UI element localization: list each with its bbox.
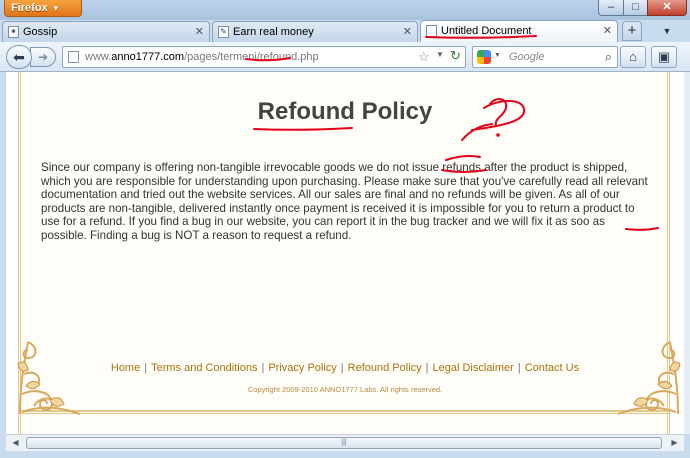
minimize-button[interactable]: –: [598, 0, 624, 16]
url-domain: anno1777.com: [111, 51, 185, 63]
site-identity-icon[interactable]: [68, 51, 79, 63]
arrow-left-icon: ⬅: [13, 49, 25, 65]
separator: |: [425, 362, 429, 374]
search-icon[interactable]: ⌕: [605, 49, 612, 65]
page-icon: ⁕: [8, 26, 19, 38]
page-title: Refound Policy: [6, 98, 684, 126]
footer-link-privacy[interactable]: Privacy Policy: [268, 362, 336, 374]
footer-link-legal[interactable]: Legal Disclaimer: [433, 362, 514, 374]
page-title-word-2: Policy: [361, 98, 433, 125]
arrow-right-icon: ➔: [37, 50, 49, 64]
tab-title: Untitled Document: [441, 25, 532, 37]
search-placeholder: Google: [509, 51, 545, 63]
page-viewport: Refound Policy Since our company is offe…: [6, 72, 684, 434]
vertical-scrollbar[interactable]: [684, 72, 690, 434]
separator: |: [144, 362, 148, 374]
separator: |: [261, 362, 265, 374]
addon-bar-button[interactable]: ▣: [651, 46, 677, 68]
tab-gossip[interactable]: ⁕ Gossip ✕: [2, 21, 210, 42]
copyright-text: Copyright 2009-2010 ANNO1777 Labs. All r…: [247, 385, 443, 394]
close-tab-icon[interactable]: ✕: [403, 25, 412, 38]
tab-untitled-document[interactable]: Untitled Document ✕: [420, 20, 618, 42]
history-dropdown-icon[interactable]: ▼: [436, 50, 444, 59]
footer-link-contact[interactable]: Contact Us: [525, 362, 579, 374]
maximize-button[interactable]: □: [623, 0, 648, 16]
chevron-down-icon: ▼: [51, 4, 60, 13]
title-bar: Firefox ▼ – □ ✕: [0, 0, 690, 20]
horizontal-scrollbar[interactable]: ◀ ||| ▶: [6, 434, 684, 451]
home-button[interactable]: ⌂: [620, 46, 646, 68]
bookmark-star-icon[interactable]: ☆: [418, 49, 430, 65]
back-button[interactable]: ⬅: [6, 45, 32, 69]
close-window-button[interactable]: ✕: [647, 0, 687, 16]
firefox-menu-button[interactable]: Firefox ▼: [4, 0, 82, 17]
policy-paragraph: Since our company is offering non-tangib…: [41, 161, 648, 242]
new-tab-button[interactable]: +: [622, 21, 642, 41]
separator: |: [517, 362, 521, 374]
reload-icon[interactable]: ↻: [450, 48, 461, 64]
tab-earn-real-money[interactable]: ✎ Earn real money ✕: [212, 21, 418, 42]
back-forward-group: ➔ ⬅: [6, 45, 56, 69]
home-icon: ⌂: [629, 49, 637, 64]
footer-link-refound[interactable]: Refound Policy: [348, 362, 422, 374]
footer-link-terms[interactable]: Terms and Conditions: [151, 362, 257, 374]
tab-title: Earn real money: [233, 26, 314, 38]
page-icon: [426, 25, 437, 37]
google-engine-icon[interactable]: [477, 50, 491, 64]
firefox-menu-label: Firefox: [11, 2, 48, 14]
close-tab-icon[interactable]: ✕: [603, 24, 612, 37]
tab-title: Gossip: [23, 26, 58, 38]
frame-bottom-border: [18, 410, 670, 414]
scroll-right-icon[interactable]: ▶: [667, 437, 682, 449]
window-bottom-edge: [0, 451, 690, 458]
url-path: /pages/termeni/refound.php: [184, 51, 319, 63]
page-icon: ✎: [218, 26, 229, 38]
address-bar[interactable]: www.anno1777.com/pages/termeni/refound.p…: [62, 46, 466, 68]
scroll-left-icon[interactable]: ◀: [8, 437, 23, 449]
scrollbar-thumb[interactable]: |||: [26, 437, 662, 449]
navigation-toolbar: ➔ ⬅ www.anno1777.com/pages/termeni/refou…: [0, 42, 690, 72]
footer-nav: Home | Terms and Conditions | Privacy Policy…: [6, 362, 684, 374]
puzzle-icon: ▣: [657, 49, 671, 64]
page-title-word-1: Refound: [257, 98, 355, 125]
tab-strip: ⁕ Gossip ✕ ✎ Earn real money ✕ Untitled …: [0, 20, 690, 42]
search-input[interactable]: ▼ Google ⌕: [472, 46, 618, 68]
separator: |: [340, 362, 344, 374]
engine-dropdown-icon[interactable]: ▼: [494, 52, 501, 59]
footer-link-home[interactable]: Home: [111, 362, 140, 374]
ornamental-frame: [18, 72, 670, 434]
close-tab-icon[interactable]: ✕: [195, 25, 204, 38]
url-prefix: www.: [85, 51, 112, 63]
list-all-tabs-button[interactable]: ▼: [652, 23, 682, 39]
forward-button[interactable]: ➔: [30, 47, 56, 67]
